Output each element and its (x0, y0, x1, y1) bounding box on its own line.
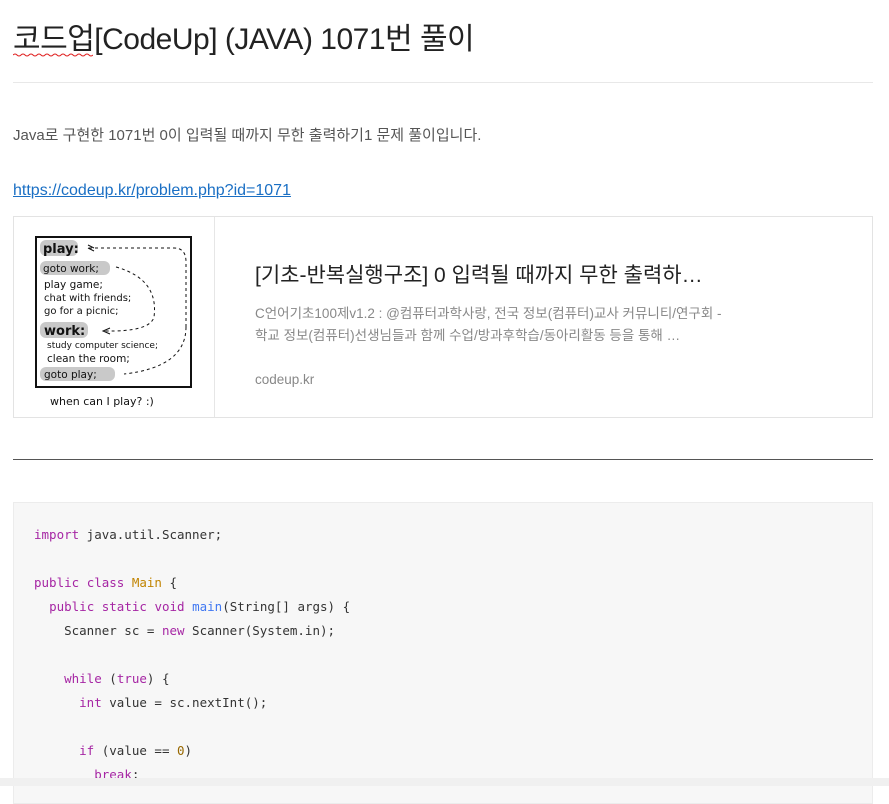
preview-description: C언어기초100제v1.2 : @컴퓨터과학사랑, 전국 정보(컴퓨터)교사 커… (255, 306, 722, 343)
comic-line-6: work: (44, 324, 85, 339)
post-intro: Java로 구현한 1071번 0이 입력될 때까지 무한 출력하기1 문제 풀… (13, 127, 482, 144)
comic-line-2: goto work; (43, 263, 99, 275)
link-preview-card[interactable]: play: goto work; play game; chat with fr… (13, 216, 873, 418)
horizontal-scrollbar[interactable] (0, 778, 889, 786)
preview-domain: codeup.kr (255, 372, 315, 387)
problem-link[interactable]: https://codeup.kr/problem.php?id=1071 (13, 182, 291, 200)
comic-line-1: play: (43, 242, 79, 257)
comic-line-9: goto play; (44, 369, 97, 381)
preview-thumbnail: play: goto work; play game; chat with fr… (14, 217, 215, 417)
code-line-1: import java.util.Scanner; (34, 527, 223, 542)
code-content: import java.util.Scanner; public class M… (34, 523, 350, 787)
code-line-4: public static void main(String[] args) { (49, 599, 351, 614)
code-line-5: Scanner sc = new Scanner(System.in); (34, 623, 336, 638)
comic-line-5: go for a picnic; (44, 306, 119, 317)
spellcheck-underline (13, 53, 93, 57)
comic-image: play: goto work; play game; chat with fr… (35, 236, 192, 408)
code-line-10: if (value == 0) (79, 743, 193, 758)
comic-line-8: clean the room; (47, 353, 130, 365)
code-line-8: int value = sc.nextInt(); (79, 695, 268, 710)
comic-caption: when can I play? :) (50, 395, 154, 408)
page-title: 코드업[CodeUp] (JAVA) 1071번 풀이 (13, 23, 475, 56)
preview-title: [기초-반복실행구조] 0 입력될 때까지 무한 출력하… (255, 264, 703, 287)
section-divider (13, 459, 873, 460)
comic-line-4: chat with friends; (44, 293, 131, 304)
comic-line-3: play game; (44, 279, 103, 291)
code-block: import java.util.Scanner; public class M… (13, 502, 873, 804)
code-line-7: while (true) { (64, 671, 170, 686)
title-divider (13, 82, 873, 83)
code-line-3: public class Main { (34, 575, 178, 590)
comic-line-7: study computer science; (47, 341, 158, 351)
